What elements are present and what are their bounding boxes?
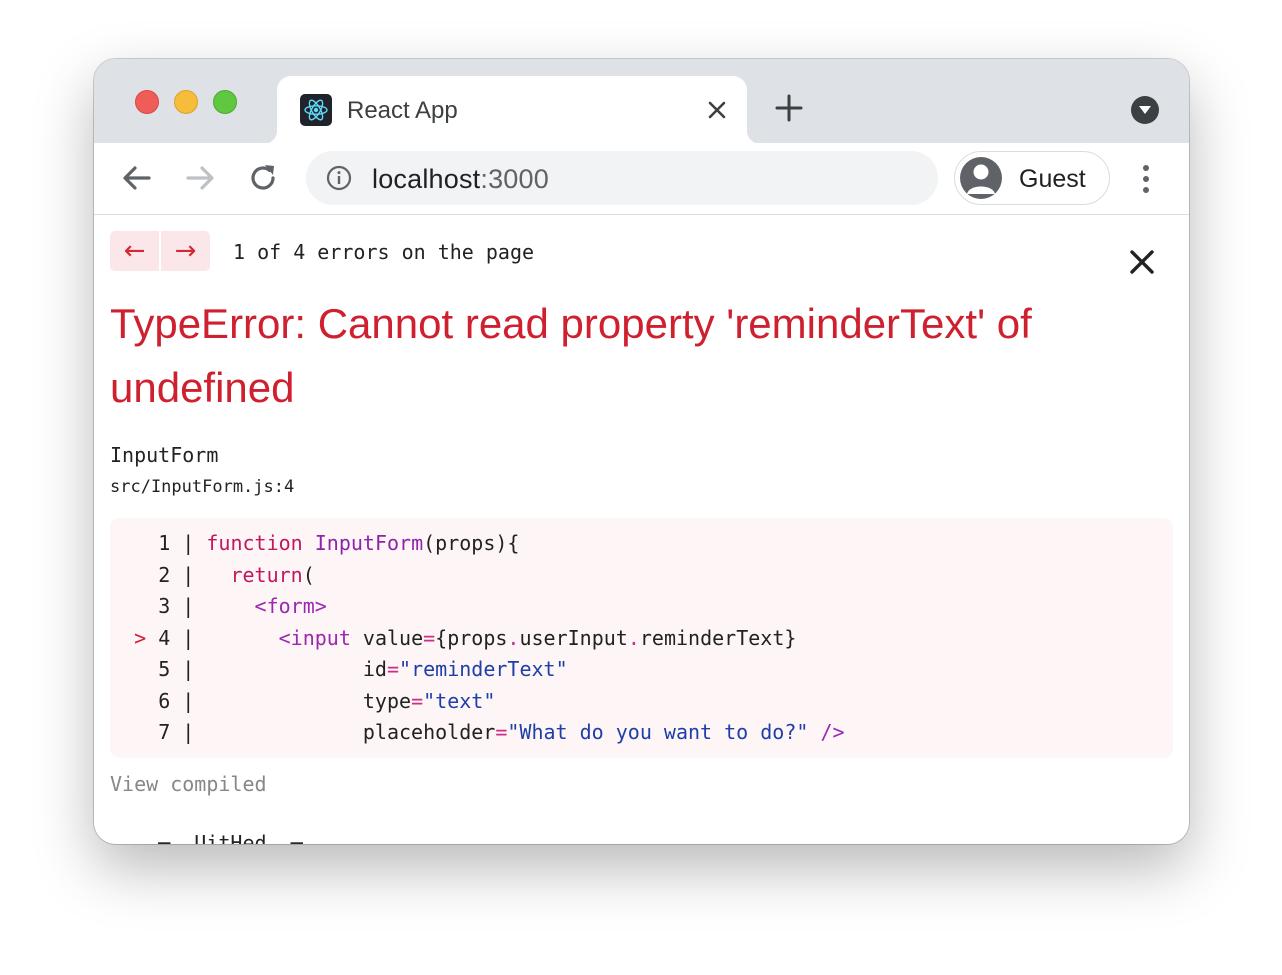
info-icon[interactable] xyxy=(326,165,352,191)
zoom-window-button[interactable] xyxy=(213,90,237,114)
view-compiled-link[interactable]: View compiled xyxy=(110,772,267,796)
code-frame: 1 | function InputForm(props){ 2 | retur… xyxy=(110,518,1173,758)
previous-error-button[interactable]: ← xyxy=(110,231,159,271)
minimize-window-button[interactable] xyxy=(174,90,198,114)
code-line-1: 1 | function InputForm(props){ xyxy=(158,531,520,555)
tab-search-chevron-icon[interactable] xyxy=(1131,96,1159,124)
tab-strip: React App xyxy=(94,59,1189,144)
url-text: localhost:3000 xyxy=(372,164,549,195)
file-location[interactable]: src/InputForm.js:4 xyxy=(110,477,294,497)
react-logo-icon xyxy=(300,94,332,126)
address-bar[interactable]: localhost:3000 xyxy=(306,151,938,205)
next-error-button[interactable]: → xyxy=(161,231,210,271)
forward-arrow-icon[interactable] xyxy=(183,161,217,195)
code-line-7: 7 | placeholder="What do you want to do?… xyxy=(158,720,845,744)
browser-toolbar: localhost:3000 Guest xyxy=(94,143,1189,215)
profile-button[interactable]: Guest xyxy=(954,151,1110,205)
avatar xyxy=(960,157,1002,199)
profile-label: Guest xyxy=(1019,165,1086,193)
reload-icon[interactable] xyxy=(246,161,280,195)
back-arrow-icon[interactable] xyxy=(120,161,154,195)
error-navigation: ← → xyxy=(110,231,210,271)
close-overlay-icon[interactable] xyxy=(1128,248,1156,276)
code-line-6: 6 | type="text" xyxy=(158,688,496,713)
more-menu-icon[interactable] xyxy=(1132,163,1160,195)
close-tab-icon[interactable] xyxy=(703,96,731,124)
new-tab-icon[interactable] xyxy=(774,93,804,123)
code-line-2: 2 | return( xyxy=(158,562,315,587)
next-frame-cutoff: ─ UitHed ─ xyxy=(110,831,303,844)
browser-window: React App localhost:3000 Guest ← → 1 of … xyxy=(94,59,1189,844)
url-host: localhost xyxy=(372,164,481,194)
close-window-button[interactable] xyxy=(135,90,159,114)
error-count: 1 of 4 errors on the page xyxy=(233,240,535,264)
error-title: TypeError: Cannot read property 'reminde… xyxy=(110,300,1032,411)
url-port: :3000 xyxy=(480,164,549,194)
component-name: InputForm xyxy=(110,443,219,467)
code-line-5: 5 | id="reminderText" xyxy=(158,657,568,681)
error-overlay: ← → 1 of 4 errors on the page TypeError:… xyxy=(94,215,1189,844)
code-line-4-highlighted: > 4 | <input value={props.userInput.remi… xyxy=(134,625,797,650)
error-line-marker: > xyxy=(134,625,147,650)
tab-title: React App xyxy=(347,97,458,124)
tab-react-app[interactable]: React App xyxy=(263,76,761,144)
code-line-3: 3 | <form> xyxy=(158,594,327,618)
